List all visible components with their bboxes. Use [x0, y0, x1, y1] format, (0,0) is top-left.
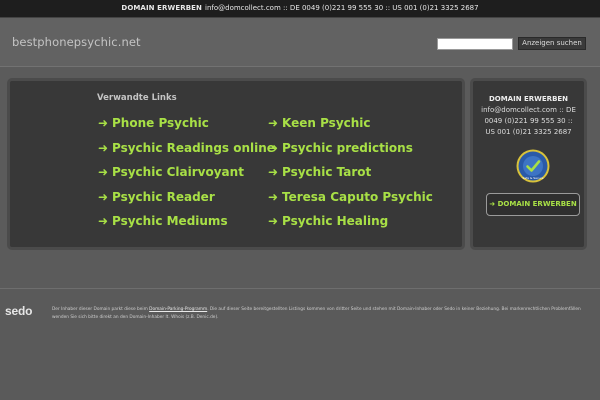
domain-purchase-box: DOMAIN ERWERBEN info@domcollect.com :: D… — [470, 78, 587, 250]
arrow-right-icon: ➜ — [268, 189, 279, 204]
topbar-contact: info@domcollect.com :: DE 0049 (0)221 99… — [205, 4, 479, 12]
related-links-box: Verwandte Links ➜ Phone Psychic ➜ Psychic … — [7, 78, 465, 250]
header: bestphonepsychic.net Anzeigen suchen — [0, 18, 600, 67]
arrow-right-icon: ➜ — [268, 140, 279, 155]
related-link[interactable]: ➜ Phone Psychic — [98, 115, 275, 140]
search-input[interactable] — [437, 38, 513, 50]
domain-purchase-button-label: DOMAIN ERWERBEN — [497, 200, 577, 208]
seal-text: Safe & Secure — [522, 176, 543, 180]
arrow-right-icon: ➜ — [98, 140, 109, 155]
related-link[interactable]: ➜ Keen Psychic — [268, 115, 433, 140]
arrow-right-icon: ➜ — [98, 214, 109, 228]
links-column-left: ➜ Phone Psychic ➜ Psychic Readings online … — [98, 115, 275, 238]
links-column-right: ➜ Keen Psychic ➜ Psychic predictions ➜ Psyc… — [268, 115, 433, 238]
arrow-right-icon: ➜ — [268, 165, 279, 179]
content-area: Verwandte Links ➜ Phone Psychic ➜ Psychic … — [0, 67, 600, 289]
topbar-label[interactable]: DOMAIN ERWERBEN — [121, 4, 202, 12]
related-link[interactable]: ➜ Psychic Reader — [98, 189, 275, 214]
related-link[interactable]: ➜ Psychic Clairvoyant — [98, 164, 275, 189]
top-bar: DOMAIN ERWERBEN info@domcollect.com :: DE… — [0, 0, 600, 18]
arrow-right-icon: ➜ — [489, 200, 496, 208]
related-link[interactable]: ➜ Teresa Caputo Psychic — [268, 189, 433, 214]
domain-parking-link[interactable]: Domain-Parking-Programm — [149, 307, 207, 312]
related-link[interactable]: ➜ Psychic Mediums — [98, 213, 275, 238]
sedo-logo[interactable]: sedo — [5, 304, 32, 318]
domain-purchase-button[interactable]: ➜ DOMAIN ERWERBEN — [486, 193, 580, 216]
arrow-right-icon: ➜ — [98, 116, 109, 130]
domain-purchase-contact: info@domcollect.com :: DE 0049 (0)221 99… — [481, 106, 576, 136]
footer-disclaimer: Der Inhaber dieser Domain parkt diese be… — [52, 307, 581, 320]
related-links-heading: Verwandte Links — [97, 93, 177, 103]
related-link[interactable]: ➜ Psychic predictions — [268, 140, 433, 165]
related-link[interactable]: ➜ Psychic Tarot — [268, 164, 433, 189]
domain-purchase-title: DOMAIN ERWERBEN — [488, 95, 569, 103]
related-link[interactable]: ➜ Psychic Healing — [268, 213, 433, 238]
arrow-right-icon: ➜ — [98, 165, 109, 179]
safe-secure-seal-icon: Safe & Secure — [516, 149, 550, 183]
arrow-right-icon: ➜ — [268, 214, 279, 228]
arrow-right-icon: ➜ — [98, 189, 109, 204]
search-button[interactable]: Anzeigen suchen — [518, 37, 586, 50]
related-link[interactable]: ➜ Psychic Readings online — [98, 140, 275, 165]
arrow-right-icon: ➜ — [268, 116, 279, 130]
site-name: bestphonepsychic.net — [12, 35, 141, 49]
footer: sedo Der Inhaber dieser Domain parkt die… — [0, 289, 600, 400]
